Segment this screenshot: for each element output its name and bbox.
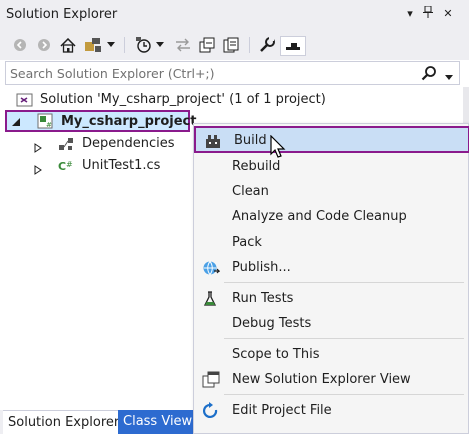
dependencies-icon	[58, 136, 74, 152]
svg-text:#: #	[66, 160, 73, 169]
menu-item-scope[interactable]: Scope to This	[194, 342, 468, 367]
menu-item-analyze[interactable]: Analyze and Code Cleanup	[194, 204, 468, 229]
expanded-icon[interactable]	[11, 116, 21, 126]
csharp-project-icon: #	[37, 113, 53, 129]
sync-icon[interactable]	[174, 36, 192, 54]
tab-solution-explorer[interactable]: Solution Explorer	[3, 410, 125, 434]
svg-text:C: C	[58, 160, 66, 173]
menu-item-debug-tests[interactable]: Debug Tests	[194, 311, 468, 336]
context-menu: Build Rebuild Clean Analyze and Code Cle…	[193, 123, 469, 434]
menu-label-rebuild: Rebuild	[232, 159, 281, 174]
search-input[interactable]: Search Solution Explorer (Ctrl+;)	[5, 61, 460, 85]
menu-label-new-view: New Solution Explorer View	[232, 372, 411, 387]
new-view-icon	[202, 371, 220, 389]
menu-item-build[interactable]: Build	[194, 126, 469, 158]
close-icon[interactable]: ✕	[440, 6, 456, 22]
home-icon[interactable]	[59, 36, 77, 54]
switch-views-icon[interactable]	[84, 36, 102, 54]
tab-class-view[interactable]: Class View	[118, 410, 198, 434]
menu-item-pack[interactable]: Pack	[194, 230, 468, 255]
menu-label-run-tests: Run Tests	[232, 291, 294, 306]
menu-label-clean: Clean	[232, 184, 269, 199]
menu-separator	[224, 282, 464, 283]
solution-icon	[16, 92, 33, 108]
unittest1-label: UnitTest1.cs	[82, 158, 161, 173]
menu-item-rebuild[interactable]: Rebuild	[194, 154, 468, 179]
collapsed-icon[interactable]	[34, 161, 44, 175]
show-all-files-icon[interactable]	[222, 36, 240, 54]
preview-icon[interactable]	[280, 36, 306, 56]
toolbar	[0, 30, 469, 60]
dropdown-icon[interactable]	[155, 36, 165, 54]
search-icon[interactable]	[421, 65, 437, 85]
pending-changes-filter-icon[interactable]	[135, 36, 153, 54]
collapse-all-icon[interactable]	[198, 36, 216, 54]
menu-label-publish: Publish...	[232, 260, 291, 275]
collapsed-icon[interactable]	[34, 139, 44, 153]
menu-item-new-view[interactable]: New Solution Explorer View	[194, 367, 468, 392]
tree-item-dependencies[interactable]: Dependencies	[0, 133, 190, 155]
solution-label: Solution 'My_csharp_project' (1 of 1 pro…	[40, 92, 326, 107]
edit-refresh-icon	[202, 402, 220, 420]
menu-label-scope: Scope to This	[232, 347, 320, 362]
build-icon	[204, 132, 222, 150]
properties-icon[interactable]	[258, 36, 276, 54]
menu-separator	[224, 394, 464, 395]
menu-item-clean[interactable]: Clean	[194, 179, 468, 204]
svg-text:#: #	[46, 121, 52, 129]
menu-label-debug-tests: Debug Tests	[232, 316, 312, 331]
dropdown-icon[interactable]: ▾	[402, 6, 418, 22]
menu-item-publish[interactable]: Publish...	[194, 255, 468, 280]
tree-item-unittest1[interactable]: C # UnitTest1.cs	[0, 155, 190, 177]
window-title: Solution Explorer	[6, 7, 118, 22]
search-options-dropdown-icon[interactable]	[445, 70, 453, 85]
search-placeholder: Search Solution Explorer (Ctrl+;)	[10, 66, 215, 81]
title-bar: Solution Explorer ▾ ✕	[0, 0, 469, 30]
publish-icon	[202, 259, 221, 277]
project-label: My_csharp_project	[61, 114, 197, 129]
menu-label-analyze: Analyze and Code Cleanup	[232, 209, 407, 224]
forward-icon[interactable]	[35, 36, 53, 54]
menu-item-run-tests[interactable]: Run Tests	[194, 286, 468, 311]
back-icon[interactable]	[11, 36, 29, 54]
dependencies-label: Dependencies	[82, 136, 175, 151]
menu-separator	[224, 338, 464, 339]
menu-label-pack: Pack	[232, 235, 262, 250]
pin-icon[interactable]	[420, 5, 436, 22]
solution-node[interactable]: Solution 'My_csharp_project' (1 of 1 pro…	[0, 89, 460, 111]
menu-item-edit-project-file[interactable]: Edit Project File	[194, 398, 468, 423]
test-icon	[202, 290, 220, 308]
project-node[interactable]: # My_csharp_project	[5, 110, 196, 132]
menu-label-edit-project-file: Edit Project File	[232, 403, 332, 418]
dropdown-icon[interactable]	[106, 36, 116, 54]
menu-label-build: Build	[234, 133, 267, 148]
csharp-file-icon: C #	[58, 158, 74, 174]
